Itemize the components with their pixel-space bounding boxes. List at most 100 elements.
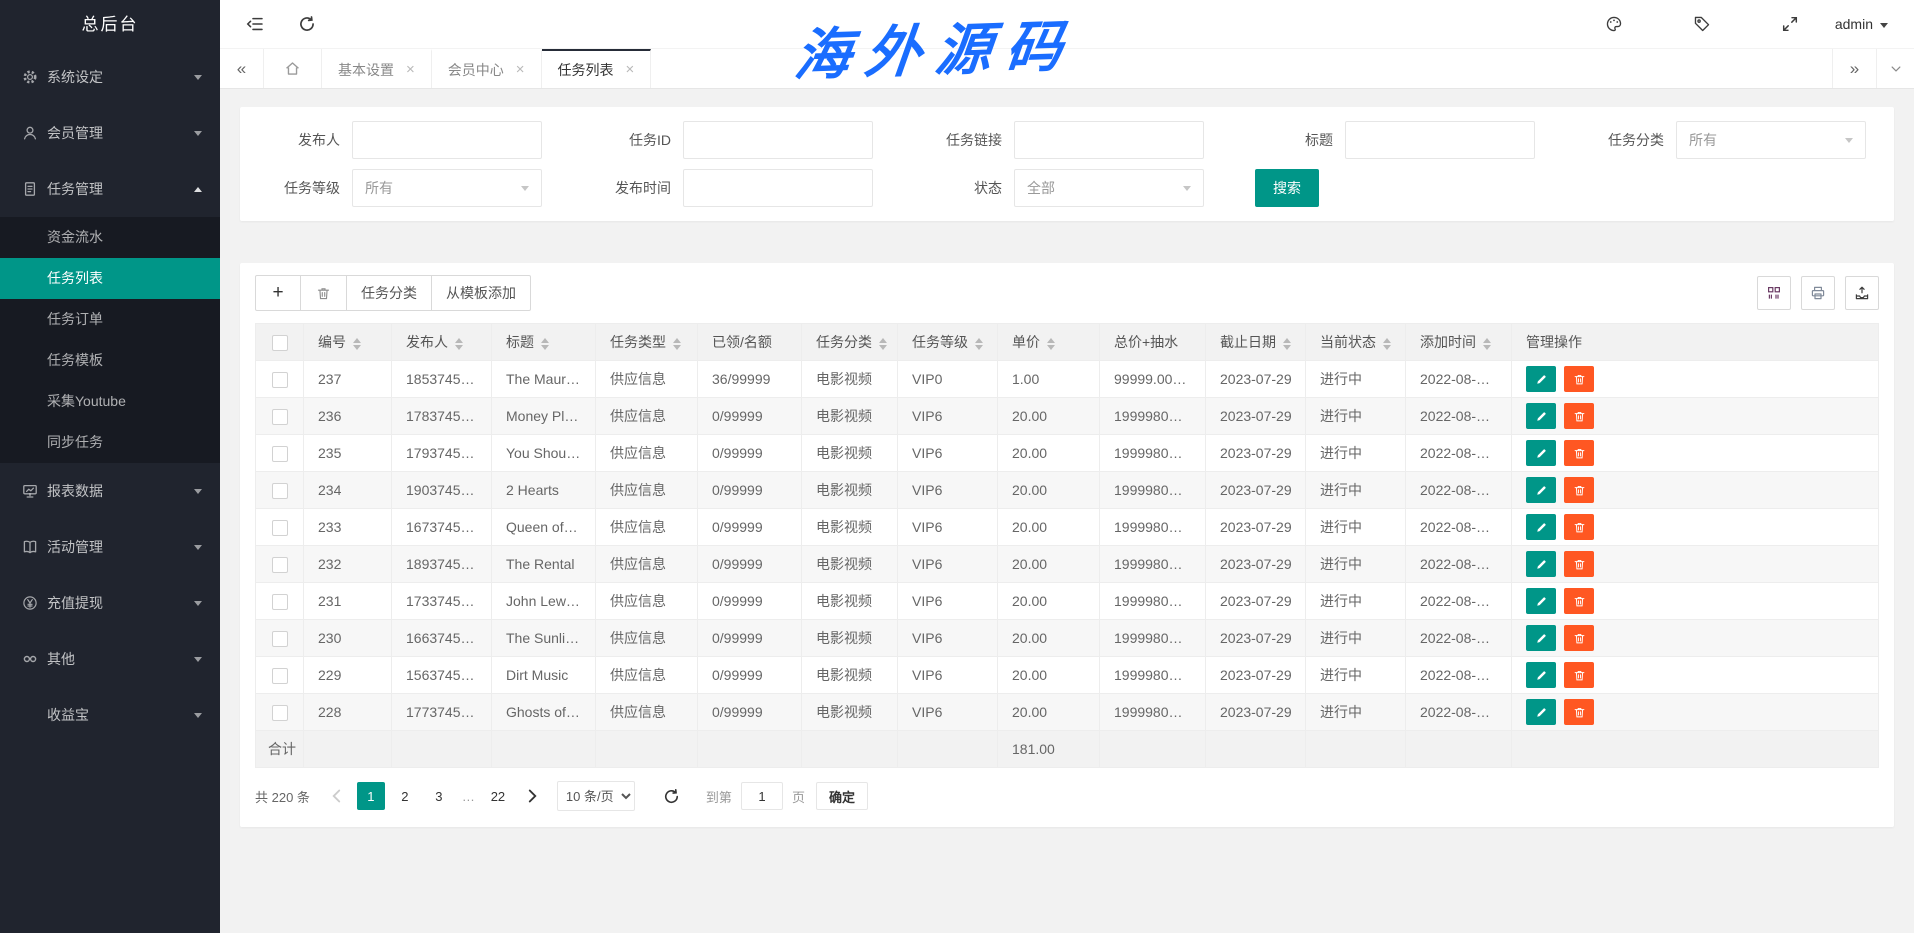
tabs-scroll-right-button[interactable]: » (1832, 49, 1876, 88)
fullscreen-icon[interactable] (1781, 15, 1799, 33)
task-id-input[interactable] (683, 121, 873, 159)
status-select[interactable]: 全部 (1014, 169, 1204, 207)
print-icon-button[interactable] (1801, 276, 1835, 310)
chevron-down-icon (1183, 186, 1191, 191)
delete-button[interactable] (1564, 699, 1594, 725)
edit-button[interactable] (1526, 477, 1556, 503)
delete-button[interactable] (1564, 662, 1594, 688)
delete-button[interactable] (1564, 514, 1594, 540)
sidebar-item-task-management[interactable]: 任务管理 (0, 161, 220, 217)
page-button-2[interactable]: 2 (391, 782, 419, 810)
sidebar-subitem-collect-youtube[interactable]: 采集Youtube (0, 381, 220, 422)
sidebar-subitem-task-list[interactable]: 任务列表 (0, 258, 220, 299)
task-category-button[interactable]: 任务分类 (347, 275, 432, 311)
export-icon-button[interactable] (1845, 276, 1879, 310)
edit-button[interactable] (1526, 551, 1556, 577)
sidebar-subitem-task-orders[interactable]: 任务订单 (0, 299, 220, 340)
page-button-1[interactable]: 1 (357, 782, 385, 810)
task-level-select[interactable]: 所有 (352, 169, 542, 207)
sort-icon[interactable] (673, 338, 681, 350)
close-icon[interactable]: × (626, 62, 635, 77)
delete-button[interactable] (1564, 477, 1594, 503)
sidebar-item-other[interactable]: 其他 (0, 631, 220, 687)
delete-button[interactable] (1564, 403, 1594, 429)
edit-button[interactable] (1526, 662, 1556, 688)
row-checkbox[interactable] (272, 483, 288, 499)
row-checkbox[interactable] (272, 409, 288, 425)
delete-button[interactable] (1564, 625, 1594, 651)
tag-icon[interactable] (1693, 15, 1711, 33)
prev-page-button[interactable] (323, 782, 351, 810)
row-checkbox[interactable] (272, 520, 288, 536)
tab-home[interactable] (264, 49, 322, 88)
sort-icon[interactable] (455, 338, 463, 350)
row-checkbox-cell (256, 398, 304, 435)
delete-button[interactable] (1564, 551, 1594, 577)
tabs-menu-button[interactable] (1876, 49, 1914, 88)
edit-button[interactable] (1526, 366, 1556, 392)
sort-icon[interactable] (541, 338, 549, 350)
add-task-button[interactable]: + (255, 275, 301, 311)
edit-button[interactable] (1526, 440, 1556, 466)
tab-member-center[interactable]: 会员中心× (432, 49, 542, 88)
close-icon[interactable]: × (406, 62, 415, 77)
edit-button[interactable] (1526, 625, 1556, 651)
tab-task-list[interactable]: 任务列表× (542, 49, 652, 88)
user-menu[interactable]: admin (1835, 16, 1888, 32)
edit-button[interactable] (1526, 588, 1556, 614)
sort-icon[interactable] (1047, 338, 1055, 350)
confirm-button[interactable]: 确定 (816, 782, 868, 810)
next-page-button[interactable] (518, 782, 546, 810)
row-checkbox[interactable] (272, 594, 288, 610)
row-checkbox[interactable] (272, 631, 288, 647)
sidebar-item-activity-management[interactable]: 活动管理 (0, 519, 220, 575)
document-icon (22, 181, 38, 197)
sidebar-item-earnings-treasure[interactable]: 收益宝 (0, 687, 220, 743)
sort-icon[interactable] (353, 338, 361, 350)
delete-selected-button[interactable] (301, 275, 347, 311)
sidebar-subitem-task-templates[interactable]: 任务模板 (0, 340, 220, 381)
publisher-input[interactable] (352, 121, 542, 159)
page-size-select[interactable]: 10 条/页 (557, 781, 635, 811)
close-icon[interactable]: × (516, 62, 525, 77)
select-all-checkbox[interactable] (272, 335, 288, 351)
sidebar-subitem-sync-tasks[interactable]: 同步任务 (0, 422, 220, 463)
row-checkbox[interactable] (272, 705, 288, 721)
page-button-22[interactable]: 22 (484, 782, 512, 810)
sidebar-item-member-management[interactable]: 会员管理 (0, 105, 220, 161)
edit-button[interactable] (1526, 403, 1556, 429)
sidebar-item-report-data[interactable]: 报表数据 (0, 463, 220, 519)
tab-basic-settings[interactable]: 基本设置× (322, 49, 432, 88)
delete-button[interactable] (1564, 366, 1594, 392)
sort-icon[interactable] (1383, 338, 1391, 350)
task-link-input[interactable] (1014, 121, 1204, 159)
edit-button[interactable] (1526, 514, 1556, 540)
row-checkbox[interactable] (272, 372, 288, 388)
edit-button[interactable] (1526, 699, 1556, 725)
sidebar-subitem-funds-flow[interactable]: 资金流水 (0, 217, 220, 258)
sort-icon[interactable] (975, 338, 983, 350)
sort-icon[interactable] (1483, 338, 1491, 350)
publish-time-input[interactable] (683, 169, 873, 207)
title-input[interactable] (1345, 121, 1535, 159)
refresh-icon[interactable] (298, 15, 316, 33)
sidebar-item-recharge-withdraw[interactable]: 充值提现 (0, 575, 220, 631)
theme-palette-icon[interactable] (1605, 15, 1623, 33)
row-checkbox[interactable] (272, 668, 288, 684)
refresh-icon[interactable] (663, 788, 680, 805)
sort-icon[interactable] (1283, 338, 1291, 350)
sort-icon[interactable] (879, 338, 887, 350)
search-button[interactable]: 搜索 (1255, 169, 1319, 207)
collapse-sidebar-icon[interactable] (246, 15, 264, 33)
row-checkbox[interactable] (272, 446, 288, 462)
tabs-scroll-left-button[interactable]: « (220, 49, 264, 88)
delete-button[interactable] (1564, 440, 1594, 466)
sidebar-item-system-settings[interactable]: 系统设定 (0, 49, 220, 105)
task-category-select[interactable]: 所有 (1676, 121, 1866, 159)
row-checkbox[interactable] (272, 557, 288, 573)
add-from-template-button[interactable]: 从模板添加 (432, 275, 531, 311)
goto-page-input[interactable] (741, 782, 783, 810)
delete-button[interactable] (1564, 588, 1594, 614)
filter-columns-icon-button[interactable] (1757, 276, 1791, 310)
page-button-3[interactable]: 3 (425, 782, 453, 810)
